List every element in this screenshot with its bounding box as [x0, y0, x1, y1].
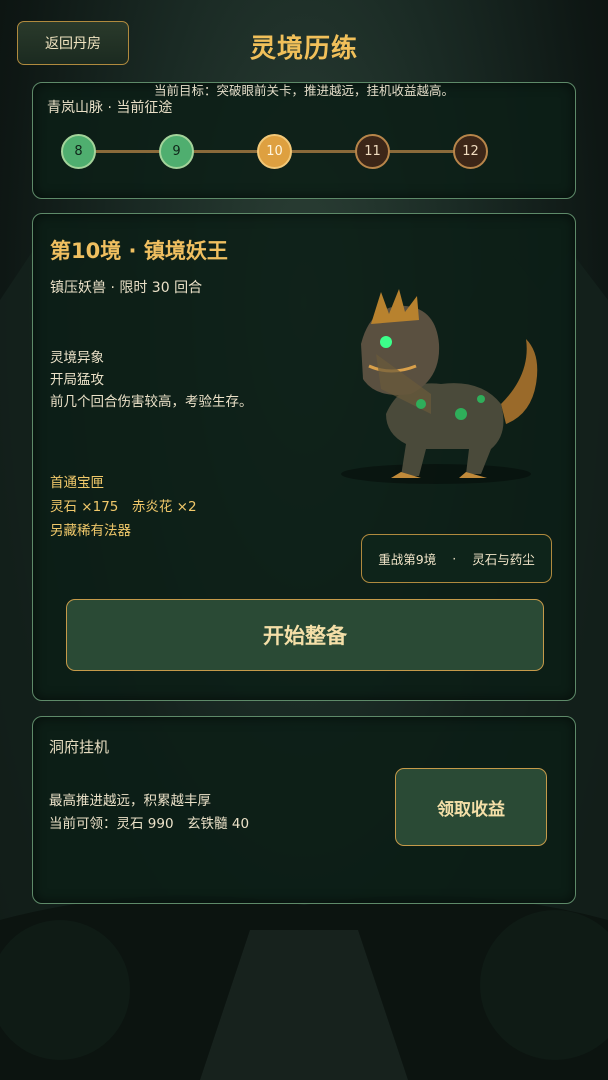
claim-rewards-button[interactable]: 领取收益: [395, 768, 547, 846]
anomaly-description: 前几个回合伤害较高，考验生存。: [50, 394, 253, 410]
idle-hint: 最高推进越远，积累越丰厚: [49, 793, 211, 809]
retry-previous-stage-button[interactable]: 重战第9境 · 灵石与药尘: [361, 534, 552, 583]
retry-stage-label: 重战第9境: [378, 552, 437, 567]
top-bar: 返回丹房 灵境历练: [0, 0, 608, 90]
stage-node-8[interactable]: 8: [61, 134, 96, 169]
anomaly-block: 灵境异象 开局猛攻 前几个回合伤害较高，考验生存。: [50, 347, 253, 413]
idle-reward-panel: 洞府挂机 最高推进越远，积累越丰厚 当前可领：灵石 990 玄铁髓 40 领取收…: [32, 716, 576, 904]
idle-title: 洞府挂机: [49, 738, 110, 756]
retry-separator: ·: [452, 551, 457, 566]
stage-node-9[interactable]: 9: [159, 134, 194, 169]
stage-title: 第10境 · 镇境妖王: [50, 239, 228, 263]
first-clear-rewards: 首通宝匣 灵石 ×175 赤炎花 ×2 另藏稀有法器: [50, 471, 197, 543]
anomaly-title: 灵境异象: [50, 350, 104, 366]
stage-progress-panel: 青岚山脉 · 当前征途 8 9 10 11 12: [32, 82, 576, 199]
stage-detail-panel: 第10境 · 镇境妖王 镇压妖兽 · 限时 30 回合 灵境异象 开局猛攻 前几…: [32, 213, 576, 701]
current-objective: 当前目标：突破眼前关卡，推进越远，挂机收益越高。: [153, 83, 454, 98]
idle-claimable: 当前可领：灵石 990 玄铁髓 40: [49, 816, 250, 832]
reward-items: 灵石 ×175 赤炎花 ×2: [50, 499, 197, 515]
idle-description: 最高推进越远，积累越丰厚 当前可领：灵石 990 玄铁髓 40: [49, 790, 249, 836]
stage-node-11[interactable]: 11: [355, 134, 390, 169]
page-title: 灵境历练: [249, 34, 358, 64]
start-preparation-button[interactable]: 开始整备: [66, 599, 544, 671]
stage-subtitle: 镇压妖兽 · 限时 30 回合: [50, 280, 203, 296]
reward-title: 首通宝匣: [50, 475, 104, 491]
reward-rare: 另藏稀有法器: [50, 523, 131, 539]
stage-node-12[interactable]: 12: [453, 134, 488, 169]
anomaly-name: 开局猛攻: [50, 372, 104, 388]
region-label: 青岚山脉 · 当前征途: [47, 100, 173, 116]
retry-reward-label: 灵石与药尘: [472, 552, 535, 567]
stage-node-10[interactable]: 10: [257, 134, 292, 169]
boss-beast-image: [341, 289, 538, 484]
